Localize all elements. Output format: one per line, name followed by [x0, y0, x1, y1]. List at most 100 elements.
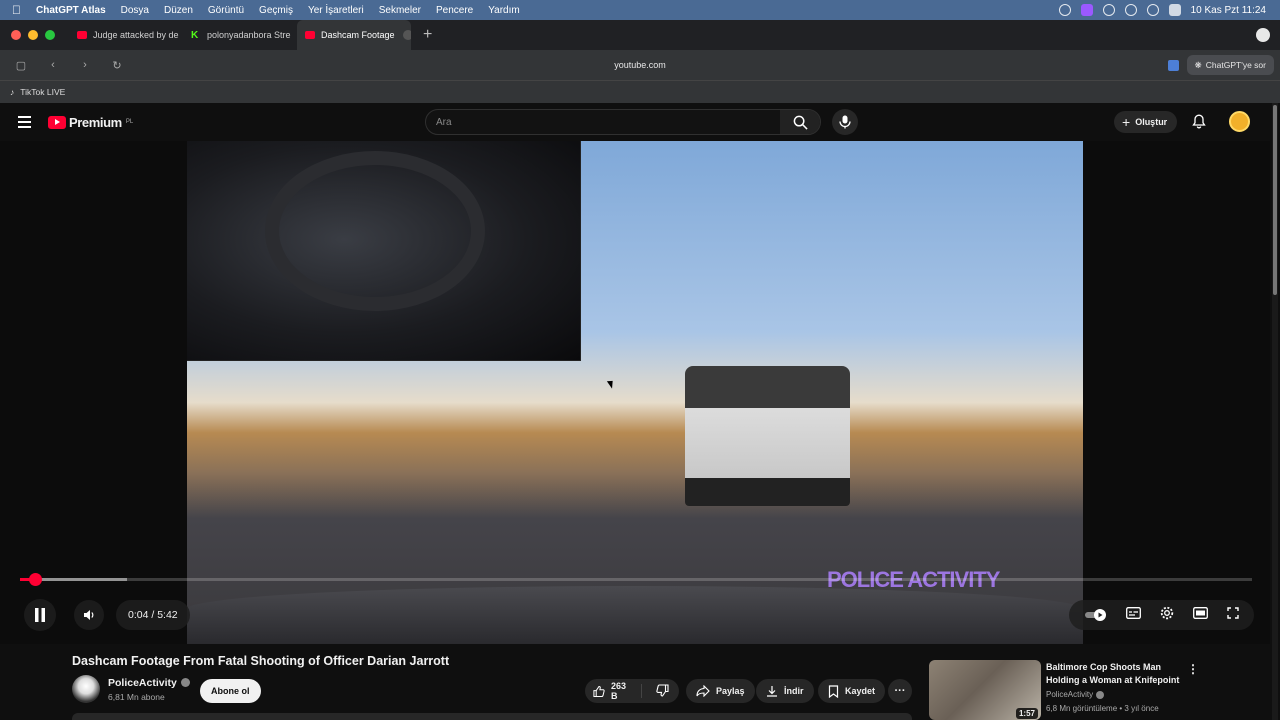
share-button[interactable]: Paylaş: [686, 679, 755, 703]
profile-icon[interactable]: [1256, 28, 1270, 42]
scrubber-handle[interactable]: [29, 573, 42, 586]
recommended-channel[interactable]: PoliceActivity: [1046, 690, 1093, 699]
video-player[interactable]: POLICE ACTIVITY 0:04 / 5:42: [0, 141, 1270, 644]
close-tab-icon[interactable]: [402, 30, 411, 40]
tab-dashcam-footage[interactable]: Dashcam Footage: [297, 20, 411, 50]
youtube-header: Premium PL Ara + Oluştur: [0, 103, 1270, 141]
dislike-button[interactable]: [648, 683, 679, 699]
search-button[interactable]: [780, 110, 820, 134]
verified-icon: [180, 678, 190, 687]
gear-icon: [1160, 606, 1173, 619]
status-area: 10 Kas Pzt 11:24: [1058, 4, 1280, 16]
download-button[interactable]: İndir: [756, 679, 814, 703]
window-controls: [11, 30, 55, 40]
youtube-premium-logo[interactable]: Premium PL: [48, 115, 133, 130]
youtube-page: Premium PL Ara + Oluştur POLICE ACTIVITY: [0, 103, 1280, 720]
menu-app-name[interactable]: ChatGPT Atlas: [36, 5, 106, 16]
tab-polonyadanbora[interactable]: K polonyadanbora Stre: [183, 20, 297, 50]
create-label: Oluştur: [1135, 117, 1168, 127]
browser-tab-bar: Judge attacked by de K polonyadanbora St…: [0, 20, 1280, 50]
voice-search-button[interactable]: [832, 109, 858, 135]
scrollbar-thumb[interactable]: [1273, 105, 1277, 295]
menu-item-bookmarks[interactable]: Yer İşaretleri: [308, 5, 364, 16]
address-bar: ▢ ‹ › ↻ youtube.com ❋ ChatGPT'ye sor: [0, 50, 1280, 80]
youtube-play-icon: [48, 115, 66, 129]
autoplay-toggle[interactable]: [1084, 609, 1107, 621]
more-options-icon[interactable]: ⋮: [1187, 662, 1199, 676]
minimize-window-button[interactable]: [28, 30, 38, 40]
menu-item-tabs[interactable]: Sekmeler: [379, 5, 421, 16]
video-frame[interactable]: POLICE ACTIVITY: [187, 141, 1083, 644]
sidebar-toggle-icon[interactable]: ▢: [10, 59, 32, 72]
youtube-icon: [305, 31, 315, 39]
logo-country: PL: [125, 119, 134, 125]
forward-button[interactable]: ›: [74, 59, 96, 71]
settings-button[interactable]: [1160, 606, 1174, 625]
menubar-clock[interactable]: 10 Kas Pzt 11:24: [1191, 5, 1266, 16]
page-scrollbar[interactable]: [1272, 103, 1278, 720]
fullscreen-button[interactable]: [1226, 606, 1239, 624]
create-button[interactable]: + Oluştur: [1114, 111, 1178, 133]
player-right-controls: [1069, 600, 1254, 630]
zoom-window-button[interactable]: [45, 30, 55, 40]
status-icon[interactable]: [1058, 4, 1071, 16]
channel-avatar[interactable]: [72, 675, 100, 703]
subtitles-icon: [1125, 607, 1141, 619]
subscribe-button[interactable]: Abone ol: [200, 679, 261, 703]
like-button[interactable]: 263 B: [585, 681, 642, 701]
pause-icon: [35, 608, 45, 622]
like-count: 263 B: [610, 681, 626, 701]
menu-item-file[interactable]: Dosya: [121, 5, 149, 16]
chatgpt-icon: ❋: [1194, 59, 1202, 70]
save-button[interactable]: Kaydet: [818, 679, 886, 703]
play-status-icon[interactable]: [1102, 4, 1115, 16]
pause-button[interactable]: [24, 599, 56, 631]
notifications-button[interactable]: [1192, 114, 1206, 134]
more-actions-button[interactable]: ···: [888, 679, 912, 703]
account-avatar[interactable]: [1229, 111, 1250, 132]
app-status-icon[interactable]: [1080, 4, 1093, 16]
duration: 5:42: [157, 609, 178, 621]
bookmark-tiktok-live[interactable]: TikTok LIVE: [20, 87, 65, 97]
autoplay-icon: [1084, 609, 1106, 621]
search-input[interactable]: Ara: [426, 117, 780, 128]
recommended-video[interactable]: 1:57 Baltimore Cop Shoots Man Holding a …: [929, 660, 1199, 720]
description-box[interactable]: [72, 713, 912, 720]
recommended-thumbnail[interactable]: 1:57: [929, 660, 1041, 720]
spotlight-search-icon[interactable]: [1146, 4, 1159, 16]
ask-chatgpt-button[interactable]: ❋ ChatGPT'ye sor: [1186, 55, 1274, 75]
share-icon: [696, 685, 710, 697]
youtube-icon: [77, 31, 87, 39]
channel-name[interactable]: PoliceActivity: [108, 677, 177, 689]
bookmarks-bar: ♪ TikTok LIVE: [0, 80, 1280, 103]
menu-item-window[interactable]: Pencere: [436, 5, 473, 16]
hamburger-menu-icon[interactable]: [18, 116, 31, 128]
new-tab-button[interactable]: +: [423, 26, 432, 44]
wifi-icon[interactable]: [1124, 4, 1137, 16]
menu-item-view[interactable]: Görüntü: [208, 5, 244, 16]
current-time: 0:04: [128, 609, 149, 621]
subscriber-count: 6,81 Mn abone: [108, 691, 165, 702]
like-dislike-group: 263 B: [585, 679, 679, 703]
volume-button[interactable]: [74, 600, 104, 630]
back-button[interactable]: ‹: [42, 59, 64, 71]
menu-item-help[interactable]: Yardım: [488, 5, 520, 16]
time-separator: /: [148, 609, 158, 621]
theater-mode-button[interactable]: [1192, 606, 1208, 624]
apple-icon[interactable]: : [12, 3, 26, 17]
tab-label: Judge attacked by de: [93, 30, 179, 40]
control-center-icon[interactable]: [1168, 4, 1181, 16]
reload-button[interactable]: ↻: [106, 59, 128, 72]
verified-icon: [1096, 690, 1105, 699]
menu-item-history[interactable]: Geçmiş: [259, 5, 293, 16]
kick-icon: K: [191, 29, 199, 41]
menu-item-edit[interactable]: Düzen: [164, 5, 193, 16]
tab-judge-attacked[interactable]: Judge attacked by de: [69, 20, 183, 50]
url-field[interactable]: youtube.com: [0, 60, 1280, 70]
recommended-duration: 1:57: [1015, 708, 1038, 719]
close-window-button[interactable]: [11, 30, 21, 40]
translate-icon[interactable]: [1167, 59, 1179, 71]
subtitles-button[interactable]: [1125, 606, 1141, 624]
recommended-title[interactable]: Baltimore Cop Shoots Man Holding a Woman…: [1046, 661, 1186, 687]
progress-bar[interactable]: [20, 573, 1252, 586]
